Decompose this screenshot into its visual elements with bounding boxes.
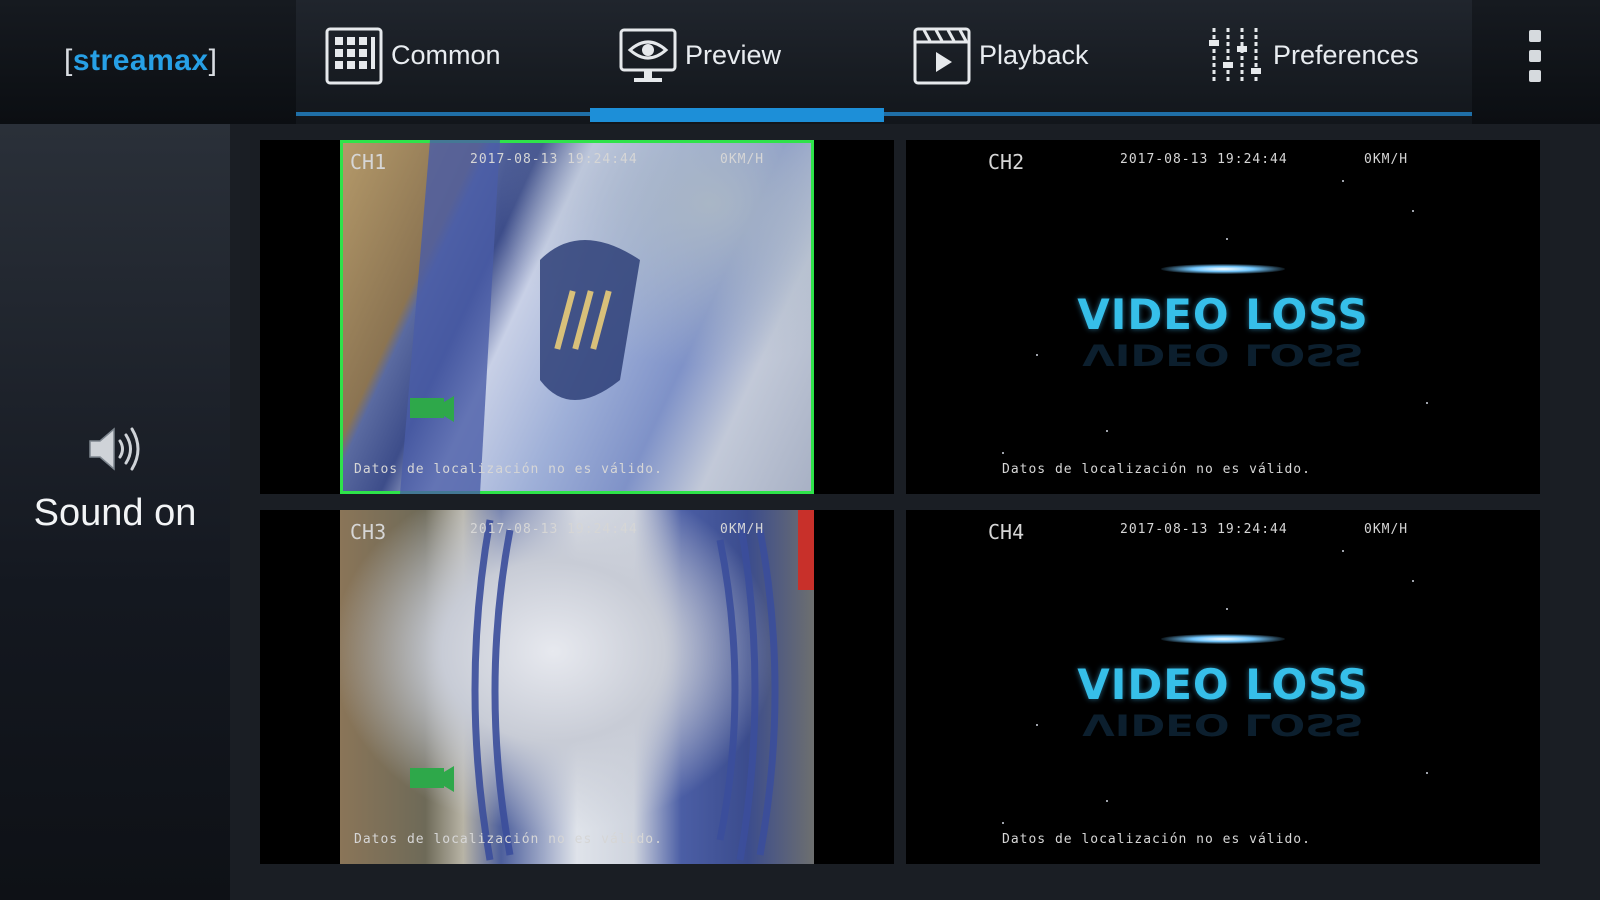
horizon-glow	[1161, 264, 1285, 274]
more-menu-button[interactable]	[1472, 0, 1600, 124]
channel-datetime: 2017-08-13 19:24:44	[470, 152, 638, 167]
clapperboard-play-icon	[913, 27, 971, 85]
brand-name: streamax	[72, 44, 209, 77]
channel-3-view[interactable]: CH3 2017-08-13 19:24:44 0KM/H Datos de l…	[260, 510, 894, 864]
sound-label: Sound on	[33, 492, 197, 534]
brand-bracket-left: [	[64, 44, 73, 77]
channel-datetime: 2017-08-13 19:24:44	[1120, 522, 1288, 537]
channel-1-view[interactable]: CH1 2017-08-13 19:24:44 0KM/H Datos de l…	[260, 140, 894, 494]
grid-icon	[325, 27, 383, 85]
camera-scene	[400, 140, 640, 494]
camera-scene	[410, 510, 814, 861]
eye-monitor-icon	[619, 28, 677, 82]
channel-2-view[interactable]: CH2 2017-08-13 19:24:44 0KM/H VIDEO LOSS…	[906, 140, 1540, 494]
brand-bracket-right: ]	[208, 44, 218, 77]
tab-preferences-label: Preferences	[1273, 40, 1419, 70]
channel-status: Datos de localización no es válido.	[354, 462, 663, 477]
video-grid: CH1 2017-08-13 19:24:44 0KM/H Datos de l…	[230, 124, 1600, 900]
channel-speed: 0KM/H	[720, 152, 765, 167]
channel-4-view[interactable]: CH4 2017-08-13 19:24:44 0KM/H VIDEO LOSS…	[906, 510, 1540, 864]
tab-playback-label: Playback	[979, 40, 1089, 70]
tab-playback[interactable]: Playback	[884, 0, 1178, 124]
tab-common-label: Common	[391, 40, 501, 70]
camera-feed-ch3: CH3 2017-08-13 19:24:44 0KM/H Datos de l…	[340, 510, 814, 864]
tab-preview-label: Preview	[685, 40, 782, 70]
sound-toggle[interactable]: Sound on	[0, 424, 230, 535]
channel-id: CH1	[350, 150, 387, 174]
channel-id: CH3	[350, 520, 387, 544]
tab-preview[interactable]: Preview	[590, 0, 884, 124]
camera-feed-ch1: CH1 2017-08-13 19:24:44 0KM/H Datos de l…	[340, 140, 814, 494]
video-loss-reflection: VIDEO LOSS	[1082, 337, 1364, 372]
tab-common[interactable]: Common	[296, 0, 590, 124]
channel-speed: 0KM/H	[1364, 152, 1409, 167]
channel-status: Datos de localización no es válido.	[1002, 832, 1311, 847]
video-loss-label: VIDEO LOSS	[1077, 660, 1369, 709]
top-bar: [streamax] Common Preview Playback Prefe…	[0, 0, 1600, 124]
channel-status: Datos de localización no es válido.	[1002, 462, 1311, 477]
channel-id: CH4	[988, 520, 1025, 544]
tab-active-indicator	[590, 108, 884, 122]
speaker-icon	[89, 427, 140, 471]
channel-status: Datos de localización no es válido.	[354, 832, 663, 847]
channel-datetime: 2017-08-13 19:24:44	[1120, 152, 1288, 167]
channel-speed: 0KM/H	[1364, 522, 1409, 537]
tab-underline	[1178, 112, 1472, 116]
main-tabs: Common Preview Playback Preferences	[296, 0, 1472, 124]
brand-logo: [streamax]	[64, 44, 217, 78]
tab-underline	[884, 112, 1178, 116]
channel-speed: 0KM/H	[720, 522, 765, 537]
channel-datetime: 2017-08-13 19:24:44	[470, 522, 638, 537]
brand-logo-area: [streamax]	[0, 0, 296, 124]
side-panel: Sound on	[0, 124, 230, 900]
tab-underline	[296, 112, 590, 116]
video-loss-reflection: VIDEO LOSS	[1082, 707, 1364, 742]
tab-preferences[interactable]: Preferences	[1178, 0, 1472, 124]
horizon-glow	[1161, 634, 1285, 644]
sliders-icon	[1209, 28, 1261, 84]
channel-id: CH2	[988, 150, 1025, 174]
video-loss-label: VIDEO LOSS	[1077, 290, 1369, 339]
